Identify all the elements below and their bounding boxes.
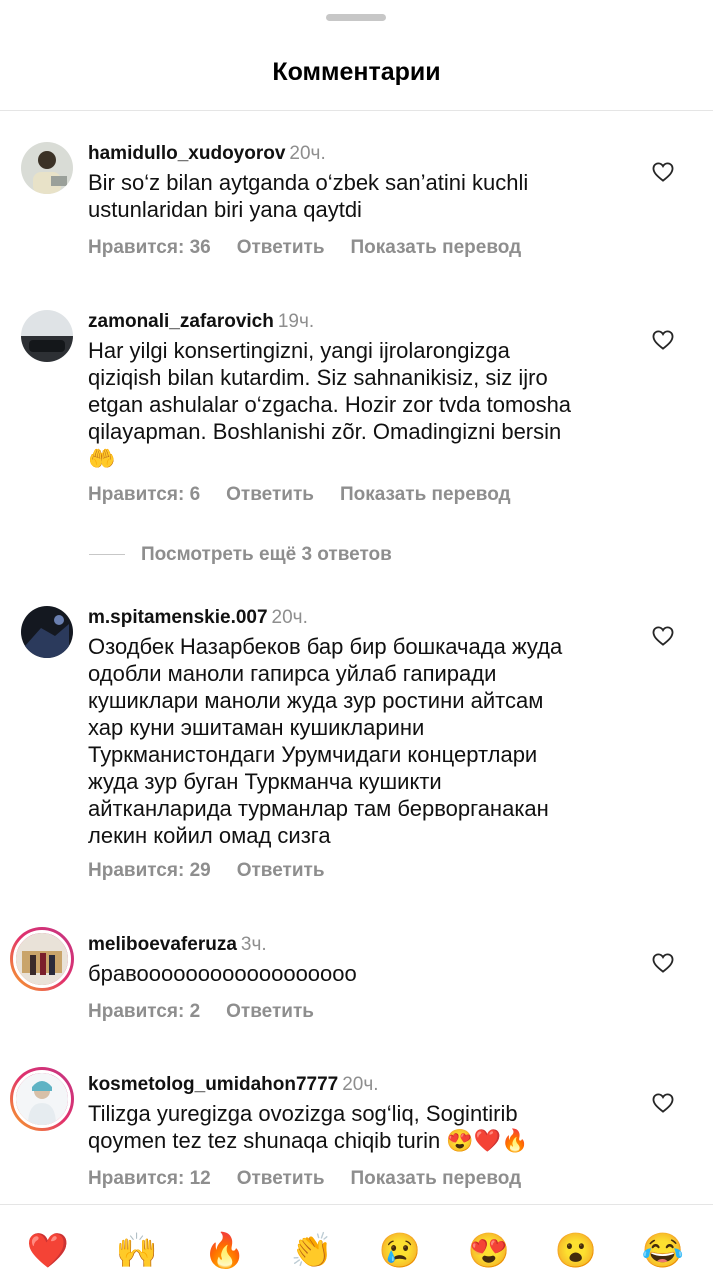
likes-count[interactable]: Нравится: 29 — [88, 860, 211, 881]
sheet-grabber[interactable] — [326, 14, 386, 21]
reply-button[interactable]: Ответить — [226, 1001, 314, 1022]
show-translation-button[interactable]: Показать перевод — [351, 237, 522, 258]
comment-username[interactable]: m.spitamenskie.007 — [88, 607, 268, 628]
view-more-replies-button[interactable]: Посмотреть ещё 3 ответов — [89, 544, 392, 566]
comment-actions: Нравится: 36 Ответить Показать перевод — [88, 237, 547, 259]
likes-count[interactable]: Нравится: 12 — [88, 1168, 211, 1189]
sheet-title: Комментарии — [272, 58, 441, 86]
comment-time: 20ч. — [342, 1074, 379, 1095]
heart-outline-icon[interactable] — [652, 626, 674, 646]
heart-outline-icon[interactable] — [652, 953, 674, 973]
emoji-surprised-button[interactable]: 😮 — [554, 1229, 598, 1273]
emoji-laughing-button[interactable]: 😂 — [641, 1229, 685, 1273]
avatar[interactable] — [21, 606, 73, 658]
heart-outline-icon[interactable] — [652, 162, 674, 182]
comment-text: Bir so‘z bilan aytganda o‘zbek san’atini… — [88, 170, 529, 222]
comment-text: Tilizga yuregizga ovozizga sog‘liq, Sogi… — [88, 1101, 529, 1153]
reply-button[interactable]: Ответить — [237, 237, 325, 258]
likes-count[interactable]: Нравится: 2 — [88, 1001, 200, 1022]
likes-count[interactable]: Нравится: 6 — [88, 484, 200, 505]
avatar[interactable] — [10, 1067, 74, 1131]
comment-username[interactable]: hamidullo_xudoyorov — [88, 143, 285, 164]
comment-time: 3ч. — [240, 934, 267, 955]
heart-outline-icon[interactable] — [652, 1093, 674, 1113]
emoji-heart-button[interactable]: ❤️ — [26, 1229, 70, 1273]
comment-actions: Нравится: 6 Ответить Показать перевод — [88, 484, 537, 506]
avatar[interactable] — [10, 927, 74, 991]
heart-outline-icon[interactable] — [652, 330, 674, 350]
view-more-replies-label: Посмотреть ещё 3 ответов — [141, 544, 392, 565]
emoji-fire-button[interactable]: 🔥 — [203, 1229, 247, 1273]
emoji-crying-button[interactable]: 😢 — [378, 1229, 422, 1273]
reply-button[interactable]: Ответить — [237, 1168, 325, 1189]
show-translation-button[interactable]: Показать перевод — [351, 1168, 522, 1189]
comment-text: Har yilgi konsertingizni, yangi ijrolaro… — [88, 338, 572, 471]
avatar[interactable] — [21, 142, 73, 194]
comment-time: 19ч. — [277, 311, 315, 332]
reply-button[interactable]: Ответить — [226, 484, 314, 505]
comment-time: 20ч. — [289, 143, 326, 164]
likes-count[interactable]: Нравится: 36 — [88, 237, 211, 258]
comment-time: 20ч. — [271, 607, 308, 628]
comment-username[interactable]: kosmetolog_umidahon7777 — [88, 1074, 338, 1095]
comment-text: бравоооооооооооооооооо — [88, 961, 357, 986]
comment-username[interactable]: meliboevaferuza — [88, 934, 237, 955]
emoji-reaction-bar: ❤️ 🙌 🔥 👏 😢 😍 😮 😂 — [0, 1204, 713, 1280]
emoji-clap-button[interactable]: 👏 — [290, 1229, 334, 1273]
comment-text: Озодбек Назарбеков бар бир бошкачада жуд… — [88, 634, 563, 848]
comment-actions: Нравится: 29 Ответить — [88, 860, 351, 882]
reply-button[interactable]: Ответить — [237, 860, 325, 881]
avatar[interactable] — [21, 310, 73, 362]
show-translation-button[interactable]: Показать перевод — [340, 484, 511, 505]
comment-username[interactable]: zamonali_zafarovich — [88, 311, 274, 332]
comment-actions: Нравится: 12 Ответить Показать перевод — [88, 1168, 547, 1190]
emoji-raised-hands-button[interactable]: 🙌 — [115, 1229, 159, 1273]
replies-line — [89, 554, 125, 556]
comment-actions: Нравится: 2 Ответить — [88, 1001, 340, 1023]
emoji-heart-eyes-button[interactable]: 😍 — [467, 1229, 511, 1273]
header-divider — [0, 110, 713, 111]
